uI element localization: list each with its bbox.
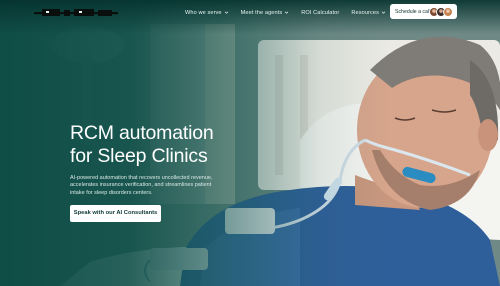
hero-title: RCM automation for Sleep Clinics	[70, 122, 270, 168]
chevron-down-icon	[224, 11, 228, 14]
chevron-down-icon	[285, 11, 289, 14]
avatar	[443, 6, 453, 17]
speak-with-consultants-label: Speak with our AI Consultants	[73, 210, 158, 217]
nav-who-we-serve[interactable]: Who we serve	[185, 10, 229, 16]
nav-roi-calculator[interactable]: ROI Calculator	[301, 10, 339, 16]
schedule-call-label: Schedule a call	[395, 8, 431, 15]
nav-links: Who we serve Meet the agents ROI Calcula…	[185, 0, 386, 25]
nav-meet-the-agents[interactable]: Meet the agents	[241, 10, 290, 16]
chevron-down-icon	[381, 11, 386, 14]
nav-resources-label: Resources	[351, 9, 379, 16]
company-logo[interactable]	[34, 8, 118, 17]
top-navigation: Who we serve Meet the agents ROI Calcula…	[0, 0, 500, 25]
hero-subtitle: AI-powered automation that recovers unco…	[70, 175, 213, 196]
hero-title-line1: RCM automation	[70, 122, 214, 144]
team-avatars	[429, 6, 453, 17]
nav-roi-calculator-label: ROI Calculator	[301, 9, 340, 16]
nav-who-we-serve-label: Who we serve	[185, 9, 222, 16]
nav-resources[interactable]: Resources	[351, 10, 386, 16]
nav-meet-the-agents-label: Meet the agents	[240, 9, 283, 16]
hero-title-line2: for Sleep Clinics	[70, 145, 208, 167]
hero-content: RCM automation for Sleep Clinics AI-powe…	[70, 122, 270, 222]
speak-with-consultants-button[interactable]: Speak with our AI Consultants	[70, 204, 161, 222]
page: Who we serve Meet the agents ROI Calcula…	[0, 0, 500, 286]
schedule-call-button[interactable]: Schedule a call	[390, 4, 457, 19]
